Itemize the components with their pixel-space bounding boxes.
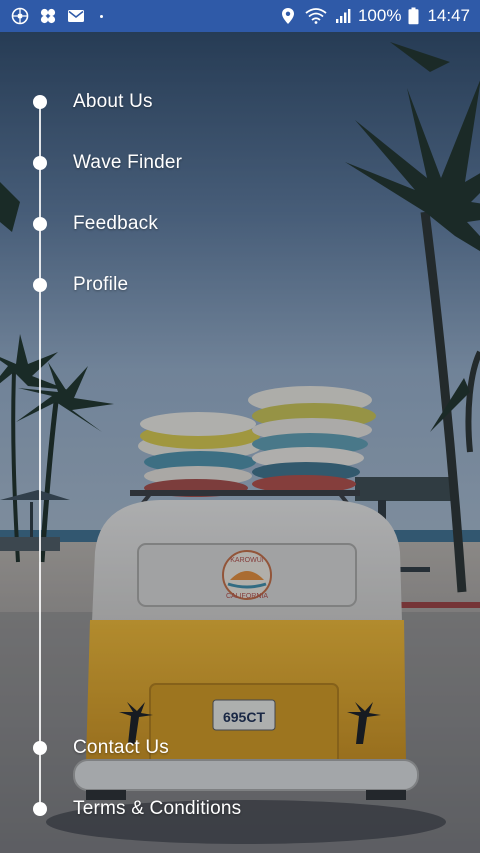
battery-icon: [407, 6, 419, 26]
bullet-dot-icon: [33, 95, 47, 109]
menu-item-feedback[interactable]: Feedback: [0, 202, 300, 246]
location-icon: [278, 6, 298, 26]
side-menu: About Us Wave Finder Feedback Profile Co…: [0, 32, 480, 853]
wifi-icon: [304, 6, 328, 26]
menu-item-about-us[interactable]: About Us: [0, 80, 300, 124]
menu-label-feedback: Feedback: [73, 213, 159, 234]
bullet-dot-icon: [33, 802, 47, 816]
soccer-ball-icon: [10, 6, 30, 26]
menu-label-wave-finder: Wave Finder: [73, 152, 183, 173]
mail-icon: [66, 6, 86, 26]
menu-label-about-us: About Us: [73, 91, 153, 112]
menu-item-terms-conditions[interactable]: Terms & Conditions: [0, 787, 300, 831]
status-right: 100% 14:47: [278, 6, 470, 26]
battery-percent: 100%: [357, 6, 402, 25]
bullet-dot-icon: [33, 278, 47, 292]
status-bar: 100% 14:47: [0, 0, 480, 32]
menu-item-wave-finder[interactable]: Wave Finder: [0, 141, 300, 185]
menu-item-profile[interactable]: Profile: [0, 263, 300, 307]
clover-icon: [38, 6, 58, 26]
bullet-dot-icon: [33, 217, 47, 231]
signal-icon: [334, 6, 352, 26]
notification-icons: [10, 6, 103, 26]
menu-item-contact-us[interactable]: Contact Us: [0, 726, 300, 770]
bullet-dot-icon: [33, 741, 47, 755]
clock: 14:47: [427, 6, 470, 25]
menu-label-profile: Profile: [73, 274, 129, 295]
menu-label-terms-conditions: Terms & Conditions: [73, 798, 242, 819]
bullet-dot-icon: [33, 156, 47, 170]
notification-dot: [100, 14, 103, 18]
menu-label-contact-us: Contact Us: [73, 737, 169, 758]
